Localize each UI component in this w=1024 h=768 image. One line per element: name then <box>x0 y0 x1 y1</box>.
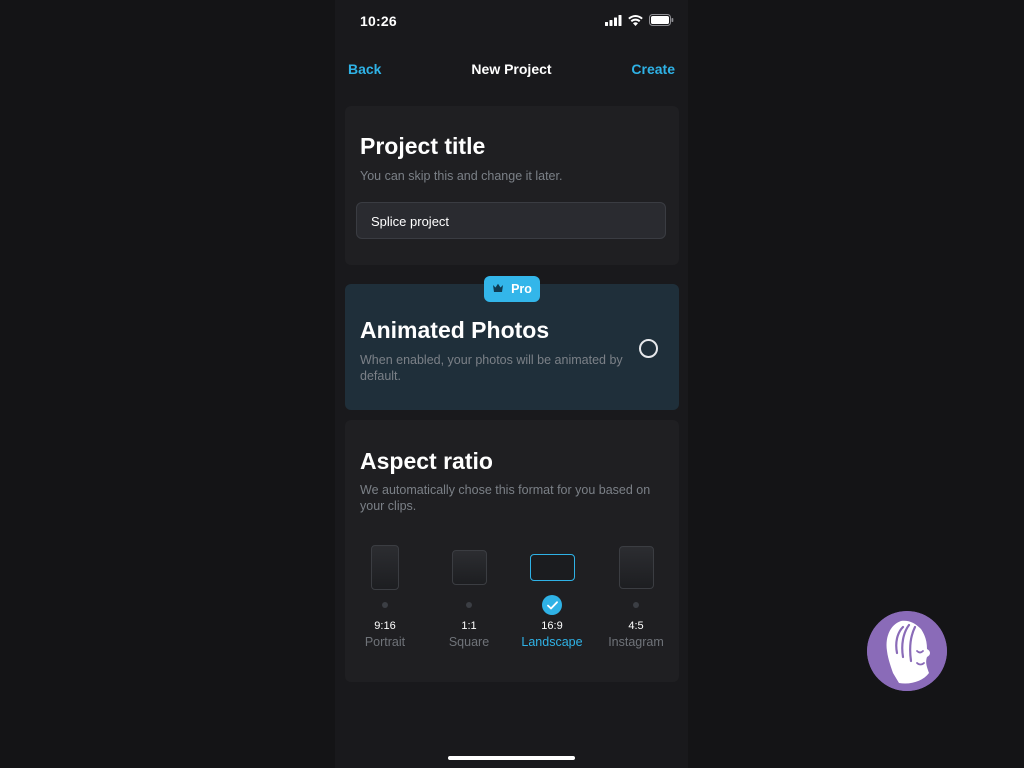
aspect-ratio-label: Portrait <box>364 635 406 649</box>
home-indicator[interactable] <box>448 756 575 760</box>
instagram-preview <box>619 546 654 589</box>
face-profile-icon <box>867 611 947 691</box>
unselected-dot <box>382 602 388 608</box>
aspect-ratio-value: 1:1 <box>461 620 477 632</box>
project-title-input[interactable]: Splice project <box>356 202 666 239</box>
landscape-preview <box>530 554 575 581</box>
aspect-option-square[interactable]: 1:1 Square <box>429 540 509 655</box>
status-icons <box>605 13 674 31</box>
aspect-ratio-subtitle: We automatically chose this format for y… <box>360 483 651 513</box>
animated-photos-description: When enabled, your photos will be animat… <box>360 353 623 383</box>
status-time: 10:26 <box>360 13 397 29</box>
screen: 10:26 Back New Project Create Project ti… <box>0 0 1024 768</box>
assistant-avatar-button[interactable] <box>867 611 947 691</box>
aspect-ratio-label: Landscape <box>521 635 583 649</box>
project-title-subtitle: You can skip this and change it later. <box>360 169 563 183</box>
aspect-option-landscape[interactable]: 16:9 Landscape <box>512 540 592 655</box>
back-button[interactable]: Back <box>348 61 381 77</box>
aspect-option-instagram[interactable]: 4:5 Instagram <box>596 540 676 655</box>
unselected-dot <box>633 602 639 608</box>
pro-badge-label: Pro <box>511 282 532 296</box>
aspect-ratio-value: 9:16 <box>374 620 396 632</box>
animated-photos-heading: Animated Photos <box>360 317 550 343</box>
aspect-option-portrait[interactable]: 9:16 Portrait <box>345 540 425 655</box>
project-title-card: Project title You can skip this and chan… <box>345 106 679 265</box>
square-preview <box>452 550 487 585</box>
checkmark-icon <box>542 595 562 615</box>
aspect-ratio-heading: Aspect ratio <box>360 448 493 474</box>
pro-badge: Pro <box>484 276 540 302</box>
wifi-icon <box>628 13 643 31</box>
unselected-dot <box>466 602 472 608</box>
create-button[interactable]: Create <box>631 61 675 77</box>
animated-photos-card[interactable]: Animated Photos When enabled, your photo… <box>345 284 679 410</box>
phone-screen: 10:26 Back New Project Create Project ti… <box>335 0 688 768</box>
portrait-preview <box>371 545 399 590</box>
project-title-heading: Project title <box>360 133 486 159</box>
aspect-ratio-value: 4:5 <box>628 620 644 632</box>
animated-photos-toggle[interactable] <box>639 339 658 358</box>
aspect-ratio-label: Square <box>448 635 490 649</box>
aspect-ratio-value: 16:9 <box>541 620 563 632</box>
aspect-ratio-card: Aspect ratio We automatically chose this… <box>345 420 679 682</box>
crown-icon <box>492 282 504 296</box>
battery-icon <box>649 13 674 31</box>
signal-icon <box>605 13 622 31</box>
aspect-ratio-label: Instagram <box>608 635 664 649</box>
